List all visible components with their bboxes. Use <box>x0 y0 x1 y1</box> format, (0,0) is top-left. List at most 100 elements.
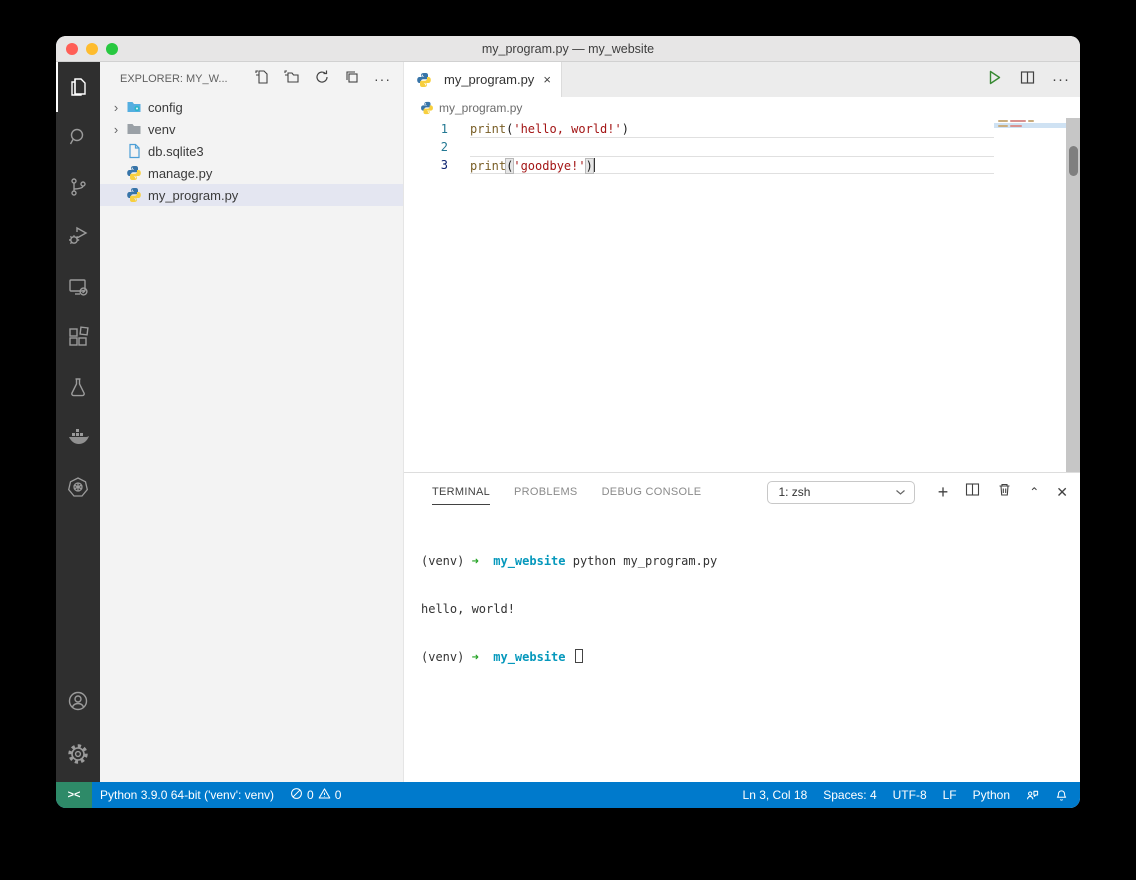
tree-item-manage-py[interactable]: manage.py <box>100 162 403 184</box>
language-mode-status[interactable]: Python <box>965 788 1018 802</box>
terminal-command: python my_program.py <box>573 554 718 568</box>
explorer-title: EXPLORER: MY_W... <box>120 73 254 85</box>
feedback-icon[interactable] <box>1018 789 1047 802</box>
tab-problems[interactable]: PROBLEMS <box>514 480 578 505</box>
tree-item-label: db.sqlite3 <box>148 144 204 159</box>
settings-gear-icon[interactable] <box>56 726 100 782</box>
tree-item-db-sqlite3[interactable]: db.sqlite3 <box>100 140 403 162</box>
line-number-active: 3 <box>404 156 448 174</box>
code-line-2: 2 <box>404 138 1080 156</box>
remote-icon: >< <box>68 789 81 801</box>
problems-status[interactable]: 0 0 <box>282 782 349 808</box>
split-terminal-icon[interactable] <box>965 482 980 502</box>
prompt-arrow: ➜ <box>472 554 479 568</box>
bottom-panel: TERMINAL PROBLEMS DEBUG CONSOLE 1: zsh +… <box>404 472 1080 782</box>
close-panel-icon[interactable]: ✕ <box>1056 484 1068 501</box>
kill-terminal-trash-icon[interactable] <box>997 482 1012 502</box>
breadcrumb[interactable]: my_program.py <box>404 97 1080 118</box>
tab-terminal[interactable]: TERMINAL <box>432 480 490 505</box>
encoding-status[interactable]: UTF-8 <box>885 788 935 802</box>
terminal-output[interactable]: (venv) ➜ my_website python my_program.py… <box>404 511 1080 782</box>
tree-item-venv[interactable]: › venv <box>100 118 403 140</box>
tree-item-label: config <box>148 100 183 115</box>
code-token-string: 'hello, world!' <box>513 122 621 136</box>
tree-item-label: manage.py <box>148 166 212 181</box>
tree-item-config[interactable]: › config <box>100 96 403 118</box>
warnings-icon <box>318 787 331 803</box>
source-control-icon[interactable] <box>56 162 100 212</box>
python-file-icon <box>126 187 142 203</box>
breadcrumb-label: my_program.py <box>439 101 522 115</box>
indentation-status[interactable]: Spaces: 4 <box>815 788 884 802</box>
minimap[interactable] <box>994 118 1066 472</box>
tab-close-icon[interactable]: × <box>543 72 551 87</box>
title-bar: my_program.py — my_website <box>56 36 1080 62</box>
status-bar: >< Python 3.9.0 64-bit ('venv': venv) 0 … <box>56 782 1080 808</box>
search-icon[interactable] <box>56 112 100 162</box>
split-editor-icon[interactable] <box>1019 69 1036 91</box>
warnings-count: 0 <box>335 788 342 802</box>
chevron-right-icon: › <box>108 100 124 115</box>
file-icon <box>126 143 142 159</box>
editor-scrollbar-thumb[interactable] <box>1069 146 1078 176</box>
terminal-picker-value: 1: zsh <box>778 485 895 499</box>
code-token-paren-matched: ) <box>586 159 593 173</box>
tab-debug-console[interactable]: DEBUG CONSOLE <box>602 480 702 505</box>
accounts-icon[interactable] <box>56 676 100 726</box>
eol-status[interactable]: LF <box>935 788 965 802</box>
prompt-directory: my_website <box>479 650 573 664</box>
python-file-icon <box>416 72 432 88</box>
prompt-arrow: ➜ <box>472 650 479 664</box>
terminal-line: hello, world! <box>421 601 1080 617</box>
code-token-function: print <box>470 159 506 173</box>
testing-icon[interactable] <box>56 362 100 412</box>
notifications-bell-icon[interactable] <box>1047 789 1080 802</box>
run-python-file-icon[interactable] <box>986 69 1003 91</box>
tab-label: my_program.py <box>444 72 537 87</box>
python-file-icon <box>420 101 434 115</box>
explorer-more-actions-icon[interactable]: ··· <box>374 74 391 84</box>
explorer-sidebar: EXPLORER: MY_W... ··· › config › <box>100 62 404 782</box>
terminal-line: (venv) ➜ my_website <box>421 649 1080 665</box>
line-number: 2 <box>404 138 448 156</box>
run-and-debug-icon[interactable] <box>56 212 100 262</box>
refresh-explorer-icon[interactable] <box>314 69 330 90</box>
python-interpreter-status[interactable]: Python 3.9.0 64-bit ('venv': venv) <box>92 782 282 808</box>
activity-bar <box>56 62 100 782</box>
code-token-string: 'goodbye!' <box>513 159 585 173</box>
editor-scrollbar[interactable] <box>1066 118 1080 472</box>
file-tree: › config › venv db.sqlite3 man <box>100 96 403 206</box>
vscode-window: my_program.py — my_website <box>56 36 1080 808</box>
terminal-picker-dropdown[interactable]: 1: zsh <box>767 481 915 504</box>
terminal-cursor <box>575 649 583 663</box>
chevron-down-icon <box>895 483 906 501</box>
collapse-folders-icon[interactable] <box>344 69 360 90</box>
code-line-1: 1 print('hello, world!') <box>404 120 1080 138</box>
folder-icon <box>126 121 142 137</box>
docker-icon[interactable] <box>56 412 100 462</box>
kubernetes-icon[interactable] <box>56 462 100 512</box>
panel-header: TERMINAL PROBLEMS DEBUG CONSOLE 1: zsh +… <box>404 473 1080 511</box>
new-file-icon[interactable] <box>254 69 270 90</box>
code-editor[interactable]: 1 print('hello, world!') 2 3 print('good… <box>404 118 1080 472</box>
editor-more-actions-icon[interactable]: ··· <box>1052 71 1070 88</box>
text-cursor <box>593 158 595 172</box>
tab-my-program-py[interactable]: my_program.py × <box>404 62 562 97</box>
new-terminal-icon[interactable]: + <box>938 485 949 499</box>
window-title: my_program.py — my_website <box>56 42 1080 56</box>
remote-indicator[interactable]: >< <box>56 782 92 808</box>
explorer-icon[interactable] <box>56 62 100 112</box>
python-file-icon <box>126 165 142 181</box>
tab-bar: my_program.py × ··· <box>404 62 1080 97</box>
tree-item-label: venv <box>148 122 175 137</box>
code-token-function: print <box>470 122 506 136</box>
chevron-right-icon: › <box>108 122 124 137</box>
new-folder-icon[interactable] <box>284 69 300 90</box>
explorer-header: EXPLORER: MY_W... ··· <box>100 62 403 96</box>
maximize-panel-icon[interactable]: ⌃ <box>1029 485 1039 499</box>
tree-item-my-program-py[interactable]: my_program.py <box>100 184 403 206</box>
cursor-position-status[interactable]: Ln 3, Col 18 <box>735 788 816 802</box>
folder-config-icon <box>126 99 142 115</box>
extensions-icon[interactable] <box>56 312 100 362</box>
remote-explorer-icon[interactable] <box>56 262 100 312</box>
